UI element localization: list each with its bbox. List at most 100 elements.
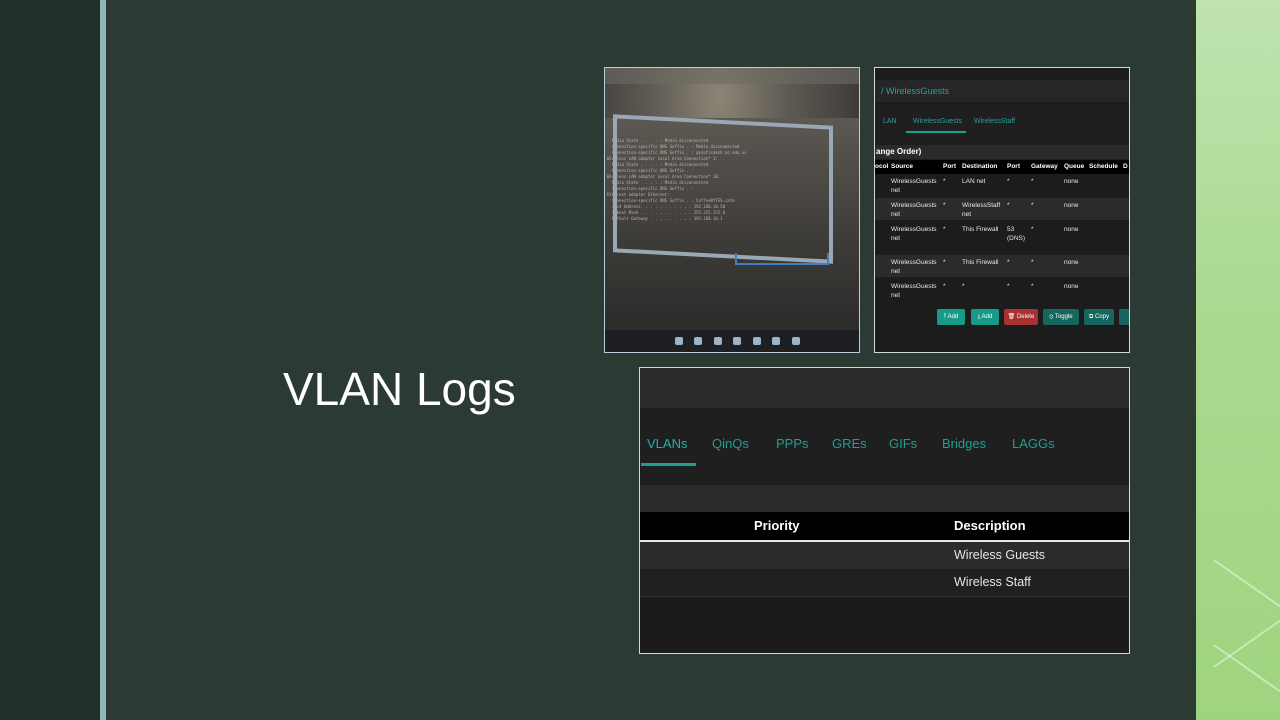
rule-gateway: * xyxy=(1031,178,1034,185)
col-description: Description xyxy=(954,518,1026,533)
vlan-table-header: Priority Description xyxy=(640,512,1129,542)
rule-row[interactable]: WirelessGuests net * WirelessStaff net * * no… xyxy=(875,198,1129,220)
tab-wirelessguests[interactable]: WirelessGuests xyxy=(913,118,962,125)
rule-dest: This Firewall xyxy=(962,226,999,233)
rule-sport: * xyxy=(943,283,946,290)
firewall-rules-panel: / WirelessGuests LAN WirelessGuests Wire… xyxy=(874,67,1130,353)
rule-source: WirelessGuests net xyxy=(891,259,937,275)
row-description: Wireless Guests xyxy=(954,548,1045,562)
rule-gateway: * xyxy=(1031,259,1034,266)
taskbar-icon xyxy=(713,337,722,345)
rule-queue: none xyxy=(1064,259,1079,266)
photo-taskbar xyxy=(605,330,859,352)
taskbar-icon xyxy=(791,337,800,345)
delete-button[interactable]: 🗑 Delete xyxy=(1004,309,1038,325)
col-protocol: ocol xyxy=(875,163,889,170)
photo-stand xyxy=(735,253,829,265)
col-description: D xyxy=(1123,163,1128,170)
rules-subheader: ange Order) xyxy=(875,145,1129,159)
rule-queue: none xyxy=(1064,202,1079,209)
chevron-line xyxy=(1213,614,1280,668)
tab-ppps[interactable]: PPPs xyxy=(776,436,809,451)
add-bottom-button[interactable]: ⤓ Add xyxy=(971,309,999,325)
rule-gateway: * xyxy=(1031,226,1034,233)
slide-title: VLAN Logs xyxy=(283,363,516,415)
tab-qinqs[interactable]: QinQs xyxy=(712,436,749,451)
rule-gateway: * xyxy=(1031,283,1034,290)
taskbar-icon xyxy=(694,337,703,345)
table-row[interactable]: Wireless Staff xyxy=(640,569,1129,597)
rule-source: WirelessGuests net xyxy=(891,178,937,194)
tab-laggs[interactable]: LAGGs xyxy=(1012,436,1055,451)
right-decorative-band xyxy=(1196,0,1280,720)
breadcrumb: / WirelessGuests xyxy=(875,80,1129,102)
tab-wirelessstaff[interactable]: WirelessStaff xyxy=(974,118,1015,125)
save-icon-button[interactable] xyxy=(1119,309,1129,325)
taskbar-icon xyxy=(675,337,683,345)
rule-sport: * xyxy=(943,202,946,209)
rule-dest: LAN net xyxy=(962,178,986,185)
rule-dest: * xyxy=(962,283,965,290)
table-row[interactable]: Wireless Guests xyxy=(640,542,1129,569)
rules-table-header: ocol Source Port Destination Port Gatewa… xyxy=(875,160,1129,174)
rule-dest: WirelessStaff net xyxy=(962,202,1001,218)
left-decorative-band xyxy=(0,0,100,720)
rule-queue: none xyxy=(1064,178,1079,185)
interfaces-top-bar xyxy=(640,368,1129,408)
col-queue: Queue xyxy=(1064,163,1085,170)
add-bottom-label: Add xyxy=(981,314,993,320)
rule-queue: none xyxy=(1064,226,1079,233)
table-toolbar xyxy=(640,485,1129,512)
taskbar-icon xyxy=(733,337,742,345)
col-gateway: Gateway xyxy=(1031,163,1058,170)
add-top-button[interactable]: ⤒ Add xyxy=(937,309,965,325)
active-tab-underline xyxy=(641,463,696,466)
tab-gres[interactable]: GREs xyxy=(832,436,867,451)
chevron-line xyxy=(1213,644,1280,698)
taskbar-icon xyxy=(772,337,781,345)
row-description: Wireless Staff xyxy=(954,575,1031,589)
terminal-photo: Media State . . . . : Media disconnected… xyxy=(604,67,860,353)
rule-sport: * xyxy=(943,178,946,185)
add-top-label: Add xyxy=(947,314,959,320)
photo-window-frame xyxy=(613,114,833,264)
toggle-label: Toggle xyxy=(1054,314,1073,320)
active-tab-underline xyxy=(906,131,966,133)
rule-dport: * xyxy=(1007,178,1010,185)
delete-label: Delete xyxy=(1016,314,1035,320)
toggle-button[interactable]: ⦸ Toggle xyxy=(1043,309,1079,325)
rule-source: WirelessGuests net xyxy=(891,226,937,242)
tab-vlans[interactable]: VLANs xyxy=(647,436,687,451)
taskbar-icon xyxy=(752,337,761,345)
rule-dport: * xyxy=(1007,202,1010,209)
col-source: Source xyxy=(891,163,914,170)
rule-source: WirelessGuests net xyxy=(891,202,937,218)
tab-gifs[interactable]: GIFs xyxy=(889,436,917,451)
rule-gateway: * xyxy=(1031,202,1034,209)
rule-sport: * xyxy=(943,226,946,233)
chevron-line xyxy=(1213,559,1280,613)
rule-row[interactable]: WirelessGuests net * * * * none xyxy=(875,279,1129,303)
col-destination: Destination xyxy=(962,163,998,170)
tab-lan[interactable]: LAN xyxy=(883,118,897,125)
rule-dest: This Firewall xyxy=(962,259,999,266)
rule-source: WirelessGuests net xyxy=(891,283,937,299)
col-schedule: Schedule xyxy=(1089,163,1118,170)
rule-dport: 53 (DNS) xyxy=(1007,226,1026,242)
tab-bridges[interactable]: Bridges xyxy=(942,436,986,451)
rule-sport: * xyxy=(943,259,946,266)
copy-button[interactable]: ⧉ Copy xyxy=(1084,309,1114,325)
rule-dport: * xyxy=(1007,283,1010,290)
rule-row[interactable]: WirelessGuests net * LAN net * * none xyxy=(875,174,1129,196)
rule-row[interactable]: WirelessGuests net * This Firewall 53 (DNS)… xyxy=(875,222,1129,252)
photo-top-strip xyxy=(605,68,859,84)
col-port: Port xyxy=(1007,163,1020,170)
rule-queue: none xyxy=(1064,283,1079,290)
col-port: Port xyxy=(943,163,956,170)
rule-row[interactable]: WirelessGuests net * This Firewall * * none xyxy=(875,255,1129,277)
interfaces-panel: VLANs QinQs PPPs GREs GIFs Bridges LAGGs… xyxy=(639,367,1130,654)
rule-dport: * xyxy=(1007,259,1010,266)
col-priority: Priority xyxy=(754,518,800,533)
copy-label: Copy xyxy=(1094,314,1109,320)
left-accent-line xyxy=(100,0,106,720)
